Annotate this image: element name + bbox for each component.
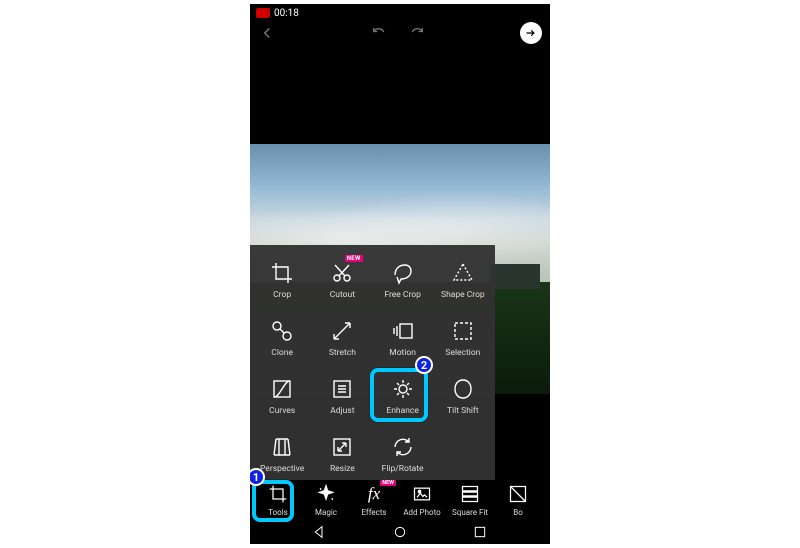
adjust-icon	[329, 376, 355, 402]
perspective-icon	[269, 434, 295, 460]
tool-label: Curves	[269, 406, 295, 416]
shape-crop-icon	[450, 260, 476, 286]
bt-label: Bo	[513, 508, 523, 517]
magic-icon	[315, 483, 337, 505]
effects-icon: fx	[363, 483, 385, 505]
motion-icon	[390, 318, 416, 344]
tool-shape-crop[interactable]: Shape Crop	[433, 251, 493, 309]
border-icon	[507, 483, 529, 505]
bt-label: Square Fit	[452, 508, 488, 517]
building-silhouette	[490, 264, 540, 289]
tool-label: Free Crop	[384, 290, 420, 300]
new-badge: NEW	[345, 255, 363, 262]
toolbar-tools[interactable]: Tools	[254, 483, 302, 517]
nav-back[interactable]	[310, 522, 330, 542]
selection-icon	[450, 318, 476, 344]
bt-label: Add Photo	[403, 508, 440, 517]
undo-icon[interactable]	[370, 24, 388, 42]
nav-recent[interactable]	[470, 522, 490, 542]
back-icon[interactable]	[258, 24, 276, 42]
toolbar-add-photo[interactable]: Add Photo	[398, 483, 446, 517]
bt-label: Magic	[315, 508, 337, 517]
confirm-button[interactable]	[520, 22, 542, 44]
tool-label: Perspective	[260, 464, 304, 474]
empty-cell	[433, 425, 493, 483]
tools-popup: Crop NEW Cutout Free Crop Shape Crop Clo…	[250, 245, 495, 485]
phone-frame: 00:18 Crop NEW Cutout	[250, 4, 550, 544]
status-bar: 00:18	[250, 4, 550, 22]
toolbar-magic[interactable]: Magic	[302, 483, 350, 517]
tool-selection[interactable]: Selection	[433, 309, 493, 367]
resize-icon	[329, 434, 355, 460]
tool-label: Resize	[330, 464, 355, 474]
recording-icon	[256, 8, 270, 18]
tool-label: Enhance	[386, 406, 418, 416]
tool-label: Shape Crop	[441, 290, 485, 300]
tool-tilt-shift[interactable]: Tilt Shift	[433, 367, 493, 425]
tool-label: Clone	[271, 348, 293, 358]
nav-home[interactable]	[390, 522, 410, 542]
toolbar-square-fit[interactable]: Square Fit	[446, 483, 494, 517]
redo-icon[interactable]	[408, 24, 426, 42]
tool-label: Crop	[273, 290, 291, 300]
bt-label: Effects	[361, 508, 386, 517]
curves-icon	[269, 376, 295, 402]
bottom-toolbar: Tools Magic NEW fx Effects Add Photo Squ…	[250, 480, 550, 520]
tool-flip-rotate[interactable]: Flip/Rotate	[373, 425, 433, 483]
tool-enhance[interactable]: Enhance	[373, 367, 433, 425]
flip-rotate-icon	[390, 434, 416, 460]
step-badge-2: 2	[415, 356, 433, 374]
tool-label: Selection	[445, 348, 480, 358]
tool-cutout[interactable]: NEW Cutout	[312, 251, 372, 309]
stretch-icon	[329, 318, 355, 344]
tilt-shift-icon	[450, 376, 476, 402]
tool-stretch[interactable]: Stretch	[312, 309, 372, 367]
tool-label: Tilt Shift	[447, 406, 479, 416]
tool-label: Motion	[389, 348, 416, 358]
toolbar-border[interactable]: Bo	[494, 483, 542, 517]
tool-free-crop[interactable]: Free Crop	[373, 251, 433, 309]
top-actions	[250, 22, 550, 44]
add-photo-icon	[411, 483, 433, 505]
tool-adjust[interactable]: Adjust	[312, 367, 372, 425]
tool-label: Stretch	[329, 348, 356, 358]
tool-label: Flip/Rotate	[382, 464, 424, 474]
tools-icon	[267, 483, 289, 505]
tool-label: Adjust	[330, 406, 354, 416]
crop-icon	[269, 260, 295, 286]
tool-curves[interactable]: Curves	[252, 367, 312, 425]
status-time: 00:18	[274, 8, 299, 19]
tool-resize[interactable]: Resize	[312, 425, 372, 483]
enhance-icon	[390, 376, 416, 402]
android-nav-bar	[250, 520, 550, 544]
tool-clone[interactable]: Clone	[252, 309, 312, 367]
free-crop-icon	[390, 260, 416, 286]
bt-label: Tools	[268, 508, 288, 517]
tool-crop[interactable]: Crop	[252, 251, 312, 309]
square-fit-icon	[459, 483, 481, 505]
new-badge: NEW	[380, 480, 396, 486]
toolbar-effects[interactable]: NEW fx Effects	[350, 483, 398, 517]
tool-label: Cutout	[330, 290, 355, 300]
clone-icon	[269, 318, 295, 344]
cutout-icon	[329, 260, 355, 286]
